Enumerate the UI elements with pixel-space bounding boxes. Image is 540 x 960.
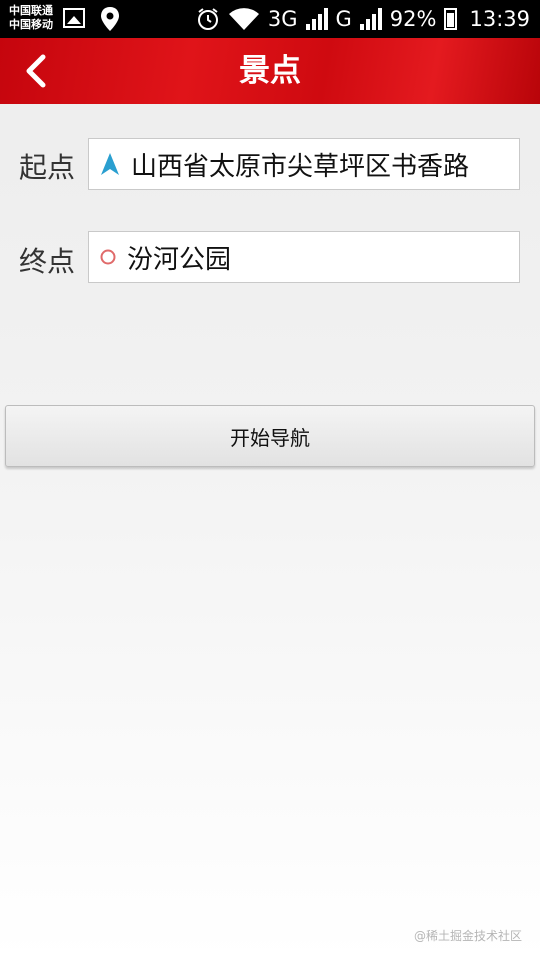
start-label: 起点 <box>19 151 76 184</box>
chevron-left-icon <box>26 54 46 88</box>
image-notification-icon <box>63 8 85 28</box>
status-icons: 3G G 92% 13:39 <box>196 0 530 38</box>
signal-strength-1-icon <box>305 8 328 30</box>
carrier-names: 中国联通 中国移动 <box>9 4 53 32</box>
app-header: 景点 <box>0 38 540 104</box>
end-point-value: 汾河公园 <box>127 244 232 275</box>
status-bar: 中国联通 中国移动 3G G 92% 13:39 <box>0 0 540 38</box>
location-icon <box>101 7 119 31</box>
signal-strength-2-icon <box>359 8 382 30</box>
carrier-1: 中国联通 <box>9 4 53 17</box>
network-type-1: 3G <box>267 7 298 31</box>
network-type-2: G <box>335 7 352 31</box>
clock: 13:39 <box>469 7 530 31</box>
start-point-input[interactable]: 山西省太原市尖草坪区书香路 <box>88 138 520 190</box>
start-point-value: 山西省太原市尖草坪区书香路 <box>131 151 470 182</box>
wifi-icon <box>228 8 259 30</box>
back-button[interactable] <box>14 48 58 94</box>
watermark: @稀土掘金技术社区 <box>413 929 522 943</box>
alarm-icon <box>197 8 218 30</box>
carrier-2: 中国移动 <box>9 18 53 31</box>
end-label: 终点 <box>19 245 76 278</box>
start-navigation-button[interactable]: 开始导航 <box>5 405 535 467</box>
battery-percent: 92% <box>389 7 437 31</box>
destination-circle-icon <box>89 248 127 266</box>
end-point-input[interactable]: 汾河公园 <box>88 231 520 283</box>
battery-icon <box>444 8 458 30</box>
page-title: 景点 <box>239 53 301 89</box>
navigation-arrow-icon <box>89 152 131 176</box>
